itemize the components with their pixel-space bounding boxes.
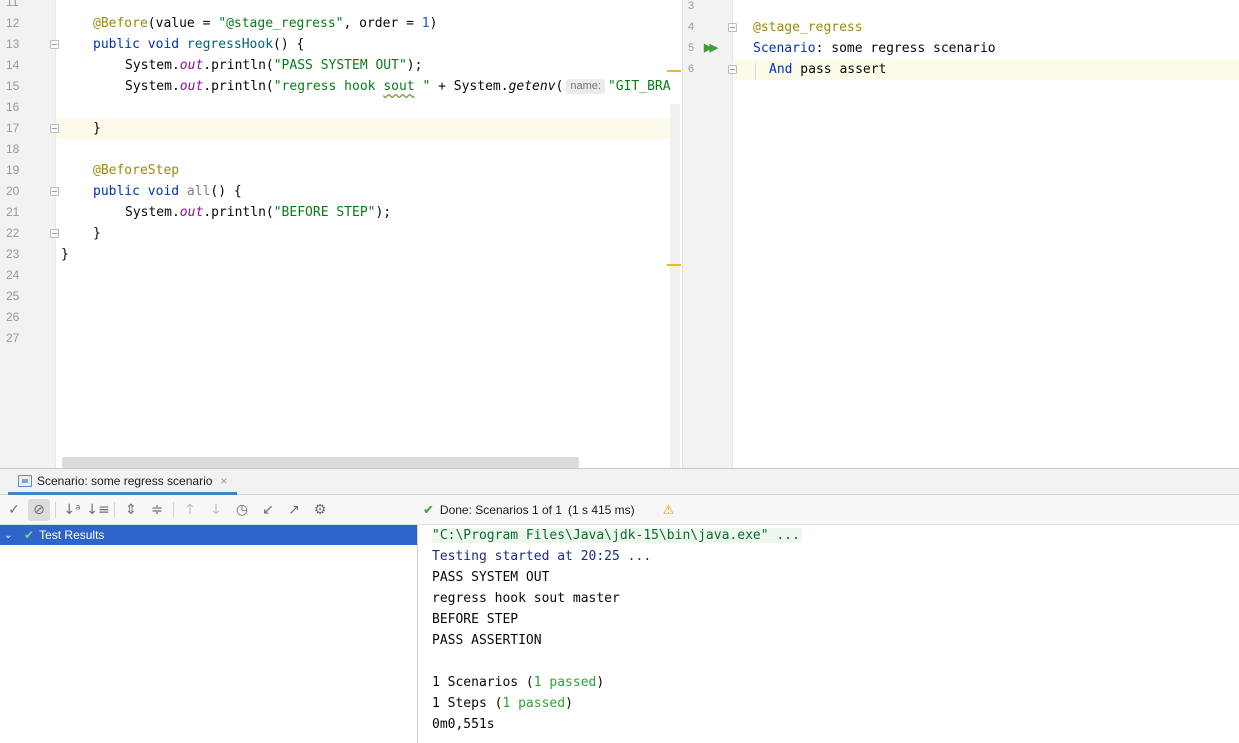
console-output[interactable]: "C:\Program Files\Java\jdk-15\bin\java.e… xyxy=(419,525,1239,743)
fold-marker-icon[interactable] xyxy=(728,23,737,32)
current-line-highlight xyxy=(56,118,670,139)
warning-marker[interactable] xyxy=(667,70,681,72)
code-line-14: System.out.println("PASS SYSTEM OUT"); xyxy=(125,58,423,73)
line-number: 13 xyxy=(6,37,20,51)
run-config-icon xyxy=(18,474,32,487)
line-number: 17 xyxy=(6,121,20,135)
line-number: 20 xyxy=(6,184,20,198)
feature-tag: @stage_regress xyxy=(753,20,863,35)
sort-alpha-icon[interactable]: ↓ᵃ xyxy=(61,499,83,521)
fold-marker-icon[interactable] xyxy=(728,65,737,74)
fold-marker-icon[interactable] xyxy=(50,229,59,238)
line-number: 11 xyxy=(6,0,19,9)
code-line-12: @Before(value = "@stage_regress", order … xyxy=(93,16,438,31)
java-editor[interactable]: 11 12 13 14 15 16 17 18 19 20 21 22 23 2… xyxy=(0,0,682,468)
code-line-15: System.out.println("regress hook sout " … xyxy=(125,79,671,94)
toolbar-separator xyxy=(173,502,174,518)
line-number: 19 xyxy=(6,163,20,177)
console-line: regress hook sout master xyxy=(432,591,620,606)
line-number: 16 xyxy=(6,100,20,114)
console-line: 1 Scenarios (1 passed) xyxy=(432,675,605,690)
console-line: 1 Steps (1 passed) xyxy=(432,696,573,711)
down-arrow-icon[interactable]: ↓ xyxy=(205,499,227,521)
parameter-hint: name: xyxy=(566,79,605,94)
export-icon[interactable]: ↗ xyxy=(283,499,305,521)
console-line: 0m0,551s xyxy=(432,717,495,732)
indent-guide xyxy=(755,63,756,80)
feature-editor[interactable]: 3 4 5 6 ▶▶ @stage_regress Scenario: some… xyxy=(682,0,1239,468)
line-number: 25 xyxy=(6,289,20,303)
line-number: 24 xyxy=(6,268,20,282)
warning-icon[interactable]: ⚠ xyxy=(663,503,675,518)
sort-duration-icon[interactable]: ↓≡ xyxy=(86,499,109,521)
line-number: 4 xyxy=(688,21,695,33)
code-line-23: } xyxy=(61,247,69,262)
console-line: "C:\Program Files\Java\jdk-15\bin\java.e… xyxy=(432,528,802,543)
check-icon: ✔ xyxy=(423,502,434,518)
console-line: BEFORE STEP xyxy=(432,612,519,627)
toolbar-separator xyxy=(114,502,115,518)
line-number: 15 xyxy=(6,79,20,93)
run-tab-label: Scenario: some regress scenario xyxy=(37,473,213,488)
settings-icon[interactable]: ⚙ xyxy=(309,499,331,521)
console-line: PASS SYSTEM OUT xyxy=(432,570,550,585)
toolbar-separator xyxy=(55,502,56,518)
up-arrow-icon[interactable]: ↑ xyxy=(179,499,201,521)
code-line-22: } xyxy=(93,226,101,241)
code-line-21: System.out.println("BEFORE STEP"); xyxy=(125,205,392,220)
code-line-17: } xyxy=(93,121,101,136)
history-icon[interactable]: ◷ xyxy=(231,499,253,521)
test-results-tree[interactable]: ⌄ ✔ Test Results xyxy=(0,525,418,743)
passed-check-icon: ✔ xyxy=(24,528,35,542)
vertical-scrollbar[interactable] xyxy=(670,104,680,468)
expand-all-icon[interactable]: ⇕ xyxy=(120,499,142,521)
line-number: 18 xyxy=(6,142,20,156)
collapse-all-icon[interactable]: ≑ xyxy=(146,499,168,521)
line-number: 26 xyxy=(6,310,20,324)
line-number: 12 xyxy=(6,16,20,30)
fold-marker-icon[interactable] xyxy=(50,40,59,49)
import-icon[interactable]: ↙ xyxy=(257,499,279,521)
tree-row-label: Test Results xyxy=(39,528,105,542)
line-number: 27 xyxy=(6,331,20,345)
line-number: 21 xyxy=(6,205,20,219)
fold-marker-icon[interactable] xyxy=(50,187,59,196)
run-tool-window-header: Scenario: some regress scenario × xyxy=(0,468,1239,495)
line-number: 22 xyxy=(6,226,20,240)
line-number: 6 xyxy=(688,63,695,75)
scenario-line: Scenario: some regress scenario xyxy=(753,41,996,56)
status-text: Done: Scenarios 1 of 1 xyxy=(439,503,562,517)
step-line: And pass assert xyxy=(769,62,887,77)
console-line: Testing started at 20:25 ... xyxy=(432,549,652,564)
status-time: (1 s 415 ms) xyxy=(567,503,635,517)
line-number: 23 xyxy=(6,247,20,261)
test-status: ✔ Done: Scenarios 1 of 1 (1 s 415 ms) ⚠ xyxy=(423,495,674,525)
line-number: 14 xyxy=(6,58,20,72)
code-line-13: public void regressHook() { xyxy=(93,37,305,52)
console-line: PASS ASSERTION xyxy=(432,633,542,648)
code-line-19: @BeforeStep xyxy=(93,163,180,178)
close-icon[interactable]: × xyxy=(220,474,227,488)
code-line-20: public void all() { xyxy=(93,184,242,199)
run-tab[interactable]: Scenario: some regress scenario × xyxy=(8,469,238,495)
check-icon[interactable]: ✓ xyxy=(3,499,25,521)
run-double-arrow-icon[interactable]: ▶▶ xyxy=(704,38,718,59)
run-toolbar: ✓ ⊘ ↓ᵃ ↓≡ ⇕ ≑ ↑ ↓ ◷ ↙ ↗ ⚙ ✔ Done: Scenar… xyxy=(0,495,1239,525)
fold-marker-icon[interactable] xyxy=(50,124,59,133)
warning-marker[interactable] xyxy=(667,264,681,266)
line-number: 3 xyxy=(688,0,695,12)
tree-row-test-results[interactable]: ⌄ ✔ Test Results xyxy=(0,525,417,545)
stop-icon[interactable]: ⊘ xyxy=(28,499,50,521)
chevron-down-icon[interactable]: ⌄ xyxy=(4,530,18,541)
horizontal-scrollbar[interactable] xyxy=(62,457,579,468)
